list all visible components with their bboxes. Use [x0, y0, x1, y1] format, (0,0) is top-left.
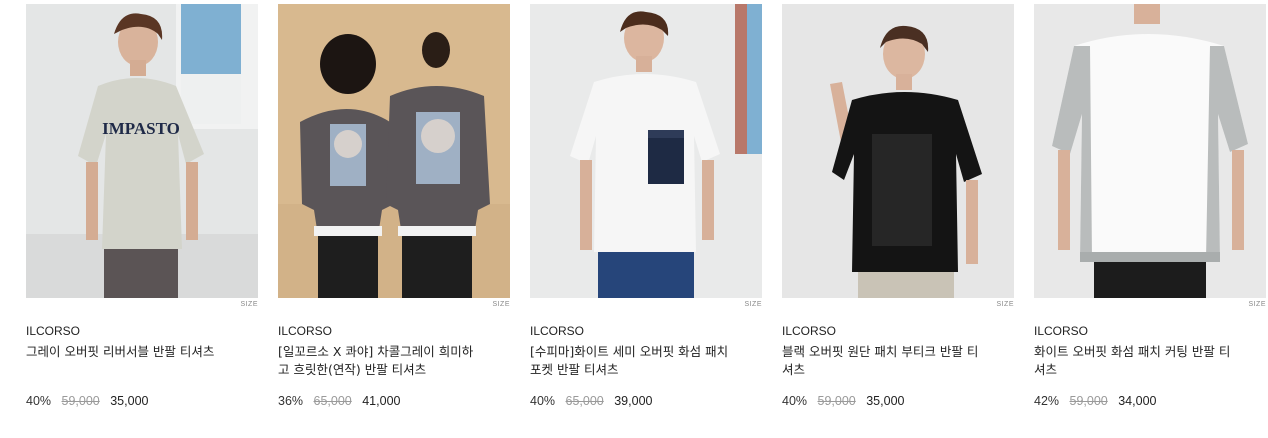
product-name[interactable]: 블랙 오버핏 원단 패치 부티크 반팔 티셔츠 — [782, 343, 982, 379]
product-photo — [782, 4, 1014, 298]
product-image[interactable] — [278, 4, 510, 298]
product-name[interactable]: 그레이 오버핏 리버서블 반팔 티셔츠 — [26, 343, 226, 361]
product-photo — [278, 4, 510, 298]
shirt-print-text: IMPASTO — [102, 119, 180, 138]
brand-name[interactable]: ILCORSO — [782, 324, 836, 338]
product-photo — [530, 4, 762, 298]
sale-price: 34,000 — [1118, 394, 1157, 408]
original-price: 59,000 — [1069, 394, 1108, 408]
sale-price: 35,000 — [110, 394, 149, 408]
sale-price: 39,000 — [614, 394, 653, 408]
price-row: 42% 59,000 34,000 — [1034, 394, 1156, 408]
size-tag[interactable]: SIZE — [492, 301, 510, 308]
original-price: 59,000 — [817, 394, 856, 408]
sale-price: 41,000 — [362, 394, 401, 408]
price-row: 40% 59,000 35,000 — [26, 394, 148, 408]
size-tag[interactable]: SIZE — [744, 301, 762, 308]
product-image[interactable] — [782, 4, 1014, 298]
product-grid: IMPASTO SIZE ILCORSO 그레이 오버핏 리버서블 반팔 티셔츠… — [0, 0, 1268, 438]
brand-name[interactable]: ILCORSO — [278, 324, 332, 338]
size-tag[interactable]: SIZE — [996, 301, 1014, 308]
product-name[interactable]: 화이트 오버핏 화섬 패치 커팅 반팔 티셔츠 — [1034, 343, 1234, 379]
price-row: 40% 59,000 35,000 — [782, 394, 904, 408]
original-price: 65,000 — [565, 394, 604, 408]
price-row: 36% 65,000 41,000 — [278, 394, 400, 408]
brand-name[interactable]: ILCORSO — [26, 324, 80, 338]
product-photo — [1034, 4, 1266, 298]
discount-rate: 36% — [278, 394, 304, 408]
discount-rate: 40% — [530, 394, 556, 408]
brand-name[interactable]: ILCORSO — [530, 324, 584, 338]
product-card[interactable]: SIZE ILCORSO [수피마]화이트 세미 오버핏 화섬 패치 포켓 반팔… — [530, 4, 762, 408]
product-card[interactable]: SIZE ILCORSO 블랙 오버핏 원단 패치 부티크 반팔 티셔츠 40%… — [782, 4, 1014, 408]
discount-rate: 42% — [1034, 394, 1060, 408]
price-row: 40% 65,000 39,000 — [530, 394, 652, 408]
discount-rate: 40% — [782, 394, 808, 408]
product-name[interactable]: [수피마]화이트 세미 오버핏 화섬 패치 포켓 반팔 티셔츠 — [530, 343, 730, 379]
sale-price: 35,000 — [866, 394, 905, 408]
product-image[interactable] — [1034, 4, 1266, 298]
original-price: 65,000 — [313, 394, 352, 408]
discount-rate: 40% — [26, 394, 52, 408]
product-name[interactable]: [일꼬르소 X 콰야] 차콜그레이 희미하고 흐릿한(연작) 반팔 티셔츠 — [278, 343, 478, 379]
product-card[interactable]: SIZE ILCORSO [일꼬르소 X 콰야] 차콜그레이 희미하고 흐릿한(… — [278, 4, 510, 408]
product-image[interactable] — [530, 4, 762, 298]
original-price: 59,000 — [61, 394, 100, 408]
product-card[interactable]: SIZE ILCORSO 화이트 오버핏 화섬 패치 커팅 반팔 티셔츠 42%… — [1034, 4, 1266, 408]
brand-name[interactable]: ILCORSO — [1034, 324, 1088, 338]
product-photo: IMPASTO — [26, 4, 258, 298]
size-tag[interactable]: SIZE — [240, 301, 258, 308]
product-card[interactable]: IMPASTO SIZE ILCORSO 그레이 오버핏 리버서블 반팔 티셔츠… — [26, 4, 258, 408]
product-image[interactable]: IMPASTO — [26, 4, 258, 298]
size-tag[interactable]: SIZE — [1248, 301, 1266, 308]
